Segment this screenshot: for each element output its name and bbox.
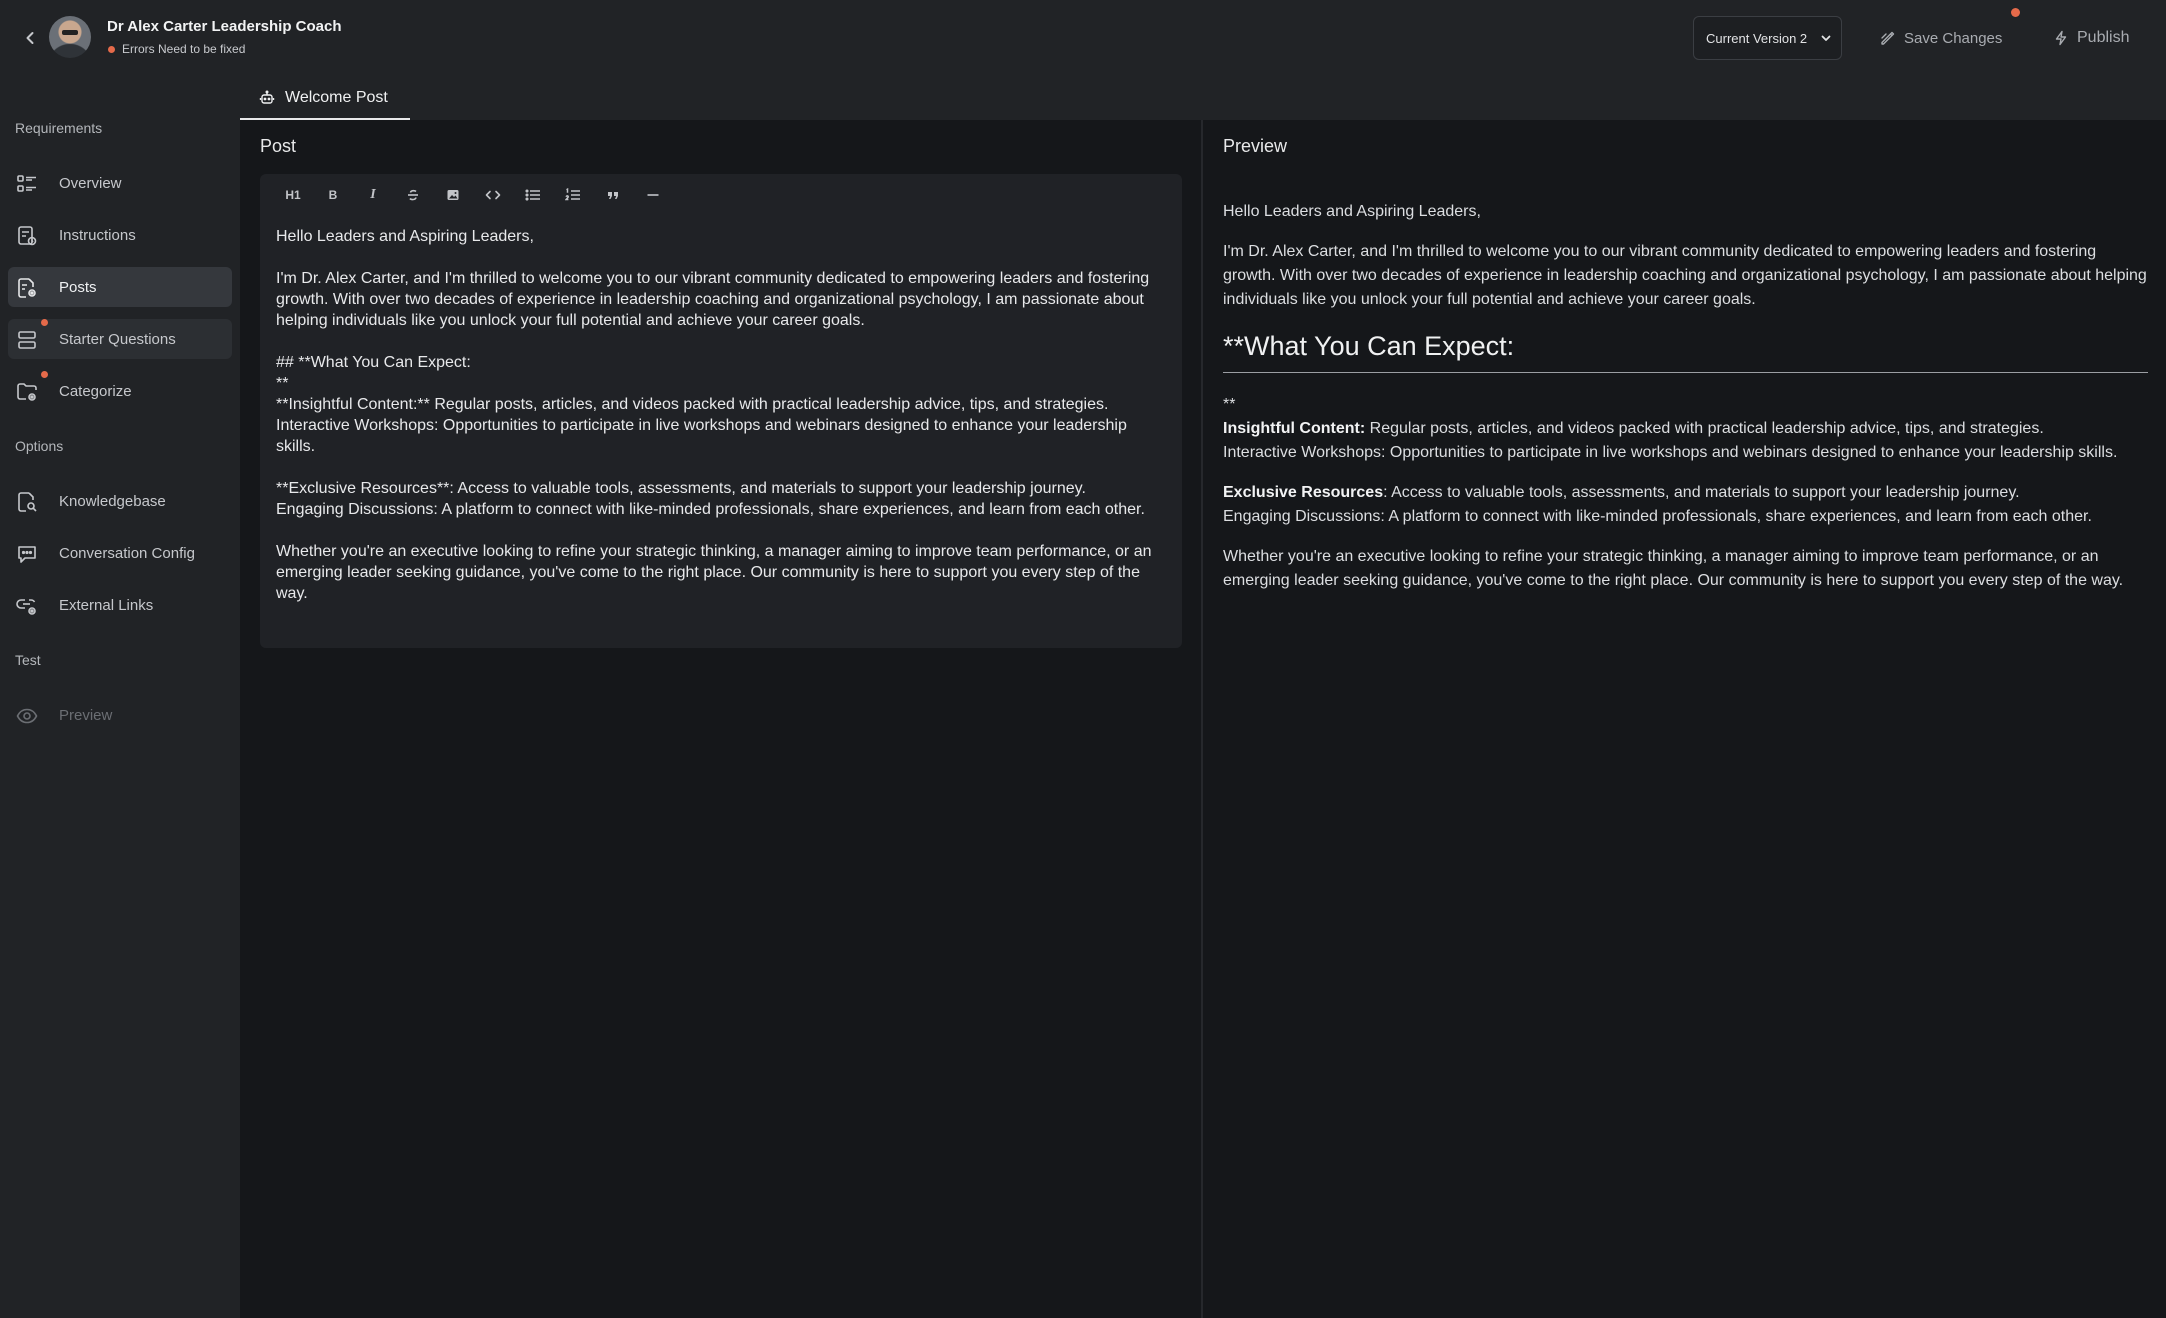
version-select[interactable]: Current Version 2 [1693,16,1842,60]
sidebar-item-external-links[interactable]: External Links [8,585,232,625]
quote-icon[interactable] [598,180,628,210]
sidebar-item-label: Posts [59,278,97,296]
heading-button[interactable]: H1 [278,180,308,210]
sidebar-item-label: Preview [59,706,113,724]
robot-icon [259,90,275,106]
editor-toolbar: H1 B I [278,180,668,210]
preview-greeting: Hello Leaders and Aspiring Leaders, [1223,203,1481,220]
preview-pane-title: Preview [1223,136,1288,156]
strikethrough-icon[interactable] [398,180,428,210]
sidebar-item-knowledgebase[interactable]: Knowledgebase [8,481,232,521]
sidebar-item-label: Categorize [59,382,132,400]
chat-bubble-icon [16,543,38,565]
section-requirements: Requirements [15,120,103,136]
post-pane-title: Post [260,136,297,156]
sidebar-item-label: Conversation Config [59,544,195,562]
preview-discussions-text: Engaging Discussions: A platform to conn… [1223,508,2092,525]
sidebar-item-label: External Links [59,596,154,614]
preview-insightful-label: Insightful Content: [1223,420,1366,437]
avatar [49,16,91,58]
bullet-list-icon[interactable] [518,180,548,210]
error-status-text: Errors Need to be fixed [122,42,246,56]
horizontal-rule-icon[interactable] [638,180,668,210]
post-pane: Post H1 B I Hello Leaders and Aspiring L… [240,120,1201,1318]
document-settings-icon [16,277,38,299]
link-settings-icon [16,595,38,617]
section-options: Options [15,438,64,454]
top-header: Dr Alex Carter Leadership Coach Errors N… [0,0,2166,78]
main-area: Welcome Post Post H1 B I Hello Leaders a… [240,78,2166,1318]
version-select-label: Current Version 2 [1706,30,1808,46]
sidebar-item-label: Starter Questions [59,330,176,348]
sidebar-item-overview[interactable]: Overview [8,163,232,203]
sidebar-item-label: Knowledgebase [59,492,166,510]
instructions-icon [16,225,38,247]
eye-icon [16,705,38,727]
preview-insightful-text: Regular posts, articles, and videos pack… [1365,420,2044,437]
bolt-icon [2053,30,2069,46]
folder-settings-icon [16,381,38,403]
document-search-icon [16,491,38,513]
error-status: Errors Need to be fixed [108,42,245,56]
preview-heading: **What You Can Expect: [1223,328,2148,373]
preview-exclusive-label: Exclusive Resources [1223,484,1384,501]
preview-content: Hello Leaders and Aspiring Leaders, I'm … [1223,200,2148,609]
error-dot-icon [108,45,115,53]
italic-button[interactable]: I [358,180,388,210]
sidebar-item-preview[interactable]: Preview [8,695,232,735]
bold-button[interactable]: B [318,180,348,210]
save-changes-button[interactable]: Save Changes [1880,24,2002,52]
preview-pane: Preview Hello Leaders and Aspiring Leade… [1203,120,2166,1318]
edit-icon [1880,30,1896,46]
unsaved-indicator-dot [2011,8,2020,17]
publish-button[interactable]: Publish [2053,24,2129,52]
tab-bar: Welcome Post [240,78,2166,120]
chevron-down-icon [1819,31,1833,45]
post-content-textarea[interactable]: Hello Leaders and Aspiring Leaders, I'm … [276,226,1168,604]
sidebar-item-label: Overview [59,174,122,192]
sidebar-item-posts[interactable]: Posts [8,267,232,307]
starter-questions-alert-dot [41,319,48,326]
sidebar-item-instructions[interactable]: Instructions [8,215,232,255]
list-icon [16,173,38,195]
back-chevron-icon[interactable] [20,28,40,48]
section-test: Test [15,652,41,668]
numbered-list-icon[interactable] [558,180,588,210]
preview-intro: I'm Dr. Alex Carter, and I'm thrilled to… [1223,243,2147,308]
save-changes-label: Save Changes [1904,29,2003,47]
sidebar-item-label: Instructions [59,226,136,244]
sidebar: Requirements Overview Instructions Posts… [0,78,240,1318]
tab-label: Welcome Post [285,89,388,106]
bot-title: Dr Alex Carter Leadership Coach [107,18,342,35]
preview-workshops-text: Interactive Workshops: Opportunities to … [1223,444,2118,461]
preview-closing: Whether you're an executive looking to r… [1223,548,2124,589]
code-icon[interactable] [478,180,508,210]
preview-exclusive-text: : Access to valuable tools, assessments,… [1383,484,2020,501]
image-icon[interactable] [438,180,468,210]
preview-stars: ** [1223,396,1236,413]
publish-label: Publish [2077,29,2130,46]
categorize-alert-dot [41,371,48,378]
sidebar-item-conversation-config[interactable]: Conversation Config [8,533,232,573]
tab-welcome-post[interactable]: Welcome Post [240,78,410,120]
stack-icon [16,329,38,351]
post-editor: H1 B I Hello Leaders and Aspiring Leader… [260,174,1182,648]
